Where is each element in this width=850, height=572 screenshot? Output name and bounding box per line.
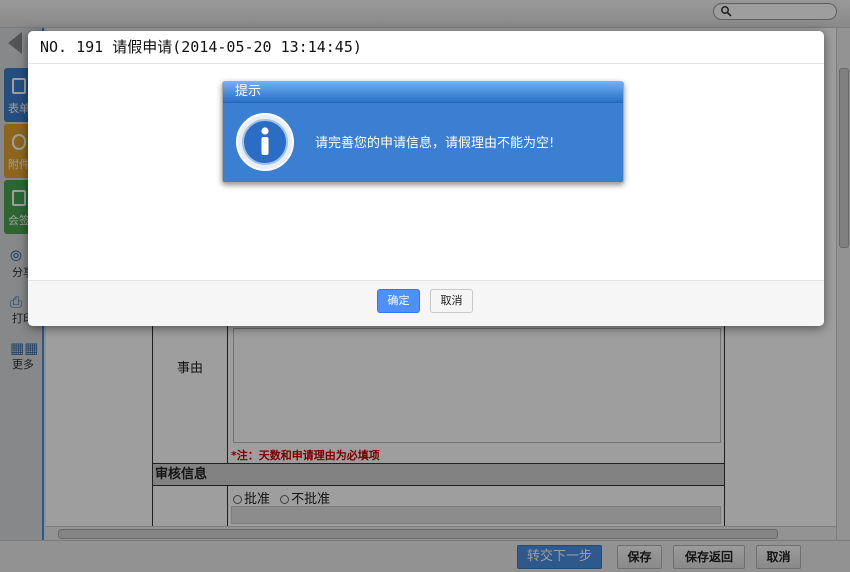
- info-icon: [236, 113, 294, 171]
- dialog-cancel-button[interactable]: 取消: [430, 289, 473, 313]
- dialog-ok-button[interactable]: 确定: [377, 289, 420, 313]
- dialog-title: NO. 191 请假申请(2014-05-20 13:14:45): [40, 38, 362, 56]
- alert-message: 请完善您的申请信息，请假理由不能为空!: [315, 136, 555, 151]
- dialog-footer: 确定 取消: [28, 280, 824, 326]
- alert-box: 提示 请完善您的申请信息，请假理由不能为空!: [222, 81, 624, 183]
- dialog-divider: [28, 63, 824, 64]
- alert-title: 提示: [223, 82, 623, 103]
